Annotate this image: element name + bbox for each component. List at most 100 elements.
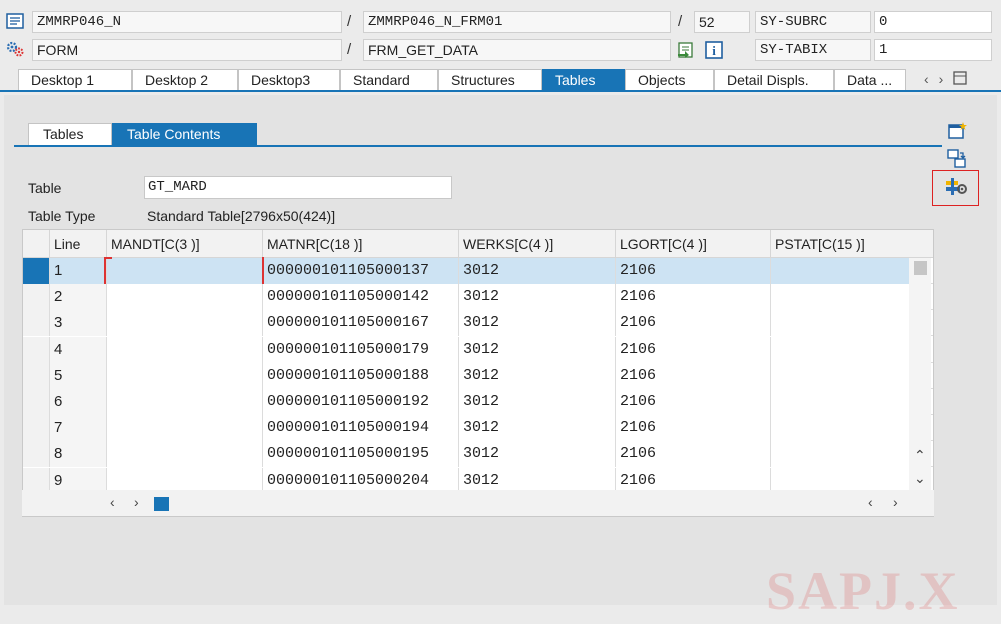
tab-detail-displays[interactable]: Detail Displs. [714, 69, 834, 91]
system-field-2-name[interactable]: SY-TABIX [755, 39, 871, 61]
cell-pstat[interactable] [770, 441, 910, 468]
cell-matnr[interactable]: 000000101105000167 [262, 310, 458, 337]
cell-mandt[interactable] [106, 415, 262, 442]
new-tool-icon[interactable] [946, 120, 968, 142]
tab-tables[interactable]: Tables [542, 69, 625, 91]
column-header-line[interactable]: Line [49, 230, 106, 258]
line-number-field[interactable]: 52 [694, 11, 750, 33]
tab-data-explorer[interactable]: Data ... [834, 69, 906, 91]
tab-standard[interactable]: Standard [340, 69, 438, 91]
tab-desktop-3[interactable]: Desktop3 [238, 69, 340, 91]
event-type-field[interactable]: FORM [32, 39, 342, 61]
cell-lgort[interactable]: 2106 [615, 441, 770, 468]
cell-lgort[interactable]: 2106 [615, 336, 770, 363]
cell-werks[interactable]: 3012 [458, 362, 615, 389]
chevron-left-icon[interactable]: ‹ [924, 71, 929, 87]
chevron-down-icon[interactable]: ⌄ [914, 470, 926, 487]
cell-lgort[interactable]: 2106 [615, 362, 770, 389]
row-selector[interactable] [23, 310, 49, 337]
row-selector[interactable] [23, 415, 49, 442]
cell-line[interactable]: 6 [49, 389, 106, 415]
tool-services-button[interactable] [932, 170, 979, 206]
table-name-input[interactable]: GT_MARD [144, 176, 452, 199]
row-selector[interactable] [23, 389, 49, 415]
tab-list-icon[interactable] [953, 70, 967, 88]
row-selector[interactable] [23, 362, 49, 389]
cell-pstat[interactable] [770, 284, 910, 311]
cell-werks[interactable]: 3012 [458, 389, 615, 415]
row-selector[interactable] [23, 441, 49, 468]
cell-mandt[interactable] [106, 284, 262, 311]
cell-line[interactable]: 8 [49, 441, 106, 468]
cell-matnr[interactable]: 000000101105000192 [262, 389, 458, 415]
tab-desktop-1[interactable]: Desktop 1 [18, 69, 132, 91]
cell-matnr[interactable]: 000000101105000194 [262, 415, 458, 442]
table-row[interactable]: 7 000000101105000194 3012 2106 [23, 415, 933, 442]
cell-matnr[interactable]: 000000101105000137 [262, 258, 458, 284]
cell-line[interactable]: 5 [49, 362, 106, 389]
chevron-left-icon[interactable]: ‹ [110, 494, 115, 510]
column-header-pstat[interactable]: PSTAT[C(15 )] [770, 230, 910, 258]
cell-mandt[interactable] [106, 362, 262, 389]
cell-matnr[interactable]: 000000101105000179 [262, 336, 458, 363]
column-header-matnr[interactable]: MATNR[C(18 )] [262, 230, 458, 258]
cell-line[interactable]: 1 [49, 258, 106, 284]
cell-mandt[interactable] [106, 310, 262, 337]
cell-line[interactable]: 2 [49, 284, 106, 311]
cell-werks[interactable]: 3012 [458, 284, 615, 311]
table-row[interactable]: 4 000000101105000179 3012 2106 [23, 336, 933, 363]
select-all-corner[interactable] [23, 230, 49, 258]
cell-pstat[interactable] [770, 258, 910, 284]
table-row[interactable]: 8 000000101105000195 3012 2106 [23, 441, 933, 468]
cell-lgort[interactable]: 2106 [615, 415, 770, 442]
system-field-1-value[interactable]: 0 [874, 11, 992, 33]
chevron-up-icon[interactable]: ⌃ [914, 447, 926, 464]
cell-werks[interactable]: 3012 [458, 415, 615, 442]
table-row[interactable]: 2 000000101105000142 3012 2106 [23, 284, 933, 311]
column-header-mandt[interactable]: MANDT[C(3 )] [106, 230, 262, 258]
cell-lgort[interactable]: 2106 [615, 284, 770, 311]
tab-objects[interactable]: Objects [625, 69, 714, 91]
cell-matnr[interactable]: 000000101105000142 [262, 284, 458, 311]
row-selector[interactable] [23, 284, 49, 311]
program-field[interactable]: ZMMRP046_N [32, 11, 342, 33]
jump-to-source-icon[interactable] [675, 40, 697, 60]
tab-desktop-2[interactable]: Desktop 2 [132, 69, 238, 91]
tab-tables-list[interactable]: Tables [28, 123, 112, 145]
tab-table-contents[interactable]: Table Contents [112, 123, 257, 145]
cell-mandt[interactable] [106, 441, 262, 468]
table-row[interactable]: 6 000000101105000192 3012 2106 [23, 389, 933, 415]
cell-line[interactable]: 7 [49, 415, 106, 442]
cell-lgort[interactable]: 2106 [615, 389, 770, 415]
chevron-right-icon[interactable]: › [134, 494, 139, 510]
cell-pstat[interactable] [770, 362, 910, 389]
row-selector[interactable] [23, 336, 49, 363]
vertical-scroll-thumb[interactable] [914, 261, 927, 275]
cell-mandt[interactable] [106, 336, 262, 363]
chevron-left-icon[interactable]: ‹ [868, 494, 873, 510]
event-name-field[interactable]: FRM_GET_DATA [363, 39, 671, 61]
table-row[interactable]: 3 000000101105000167 3012 2106 [23, 310, 933, 337]
cell-pstat[interactable] [770, 389, 910, 415]
cell-matnr[interactable]: 000000101105000195 [262, 441, 458, 468]
system-field-2-value[interactable]: 1 [874, 39, 992, 61]
include-field[interactable]: ZMMRP046_N_FRM01 [363, 11, 671, 33]
horizontal-scroll-thumb[interactable] [154, 497, 169, 511]
cell-lgort[interactable]: 2106 [615, 310, 770, 337]
tab-structures[interactable]: Structures [438, 69, 542, 91]
replace-tool-icon[interactable] [946, 148, 968, 170]
cell-line[interactable]: 3 [49, 310, 106, 337]
cell-pstat[interactable] [770, 310, 910, 337]
row-selector[interactable] [23, 258, 49, 284]
cell-werks[interactable]: 3012 [458, 336, 615, 363]
column-header-werks[interactable]: WERKS[C(4 )] [458, 230, 615, 258]
cell-werks[interactable]: 3012 [458, 258, 615, 284]
cell-line[interactable]: 4 [49, 336, 106, 363]
cell-werks[interactable]: 3012 [458, 441, 615, 468]
column-header-lgort[interactable]: LGORT[C(4 )] [615, 230, 770, 258]
info-icon[interactable]: i [703, 40, 725, 60]
cell-pstat[interactable] [770, 336, 910, 363]
cell-matnr[interactable]: 000000101105000188 [262, 362, 458, 389]
cell-werks[interactable]: 3012 [458, 310, 615, 337]
cell-mandt[interactable] [106, 389, 262, 415]
